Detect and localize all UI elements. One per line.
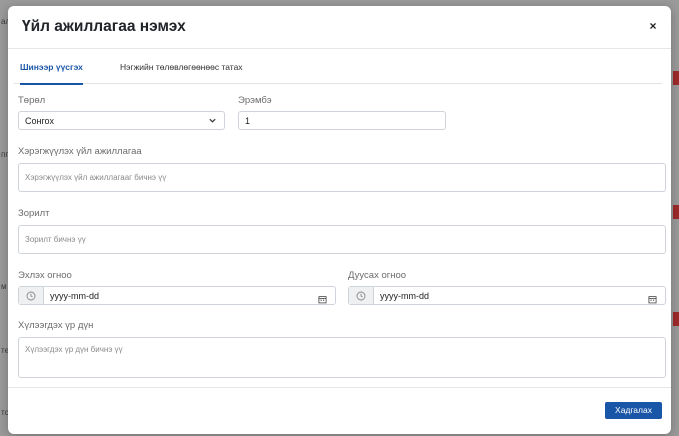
- background-text: м: [1, 282, 7, 291]
- background-badge: [673, 205, 679, 219]
- start-date-label: Эхлэх огноо: [18, 270, 72, 281]
- modal-header: Үйл ажиллагаа нэмэх ×: [8, 6, 671, 48]
- type-label: Төрөл: [18, 95, 46, 106]
- end-date-placeholder: yyyy-mm-dd: [380, 291, 429, 301]
- close-button[interactable]: ×: [647, 20, 659, 32]
- background-badge: [673, 312, 679, 326]
- footer-divider: [8, 387, 671, 388]
- order-label: Эрэмбэ: [238, 95, 272, 106]
- expected-result-label: Хүлээгдэх үр дүн: [18, 320, 94, 331]
- tab-import-from-unit-plan[interactable]: Нэгжийн төлөвлөгөөнөөс татах: [120, 56, 243, 84]
- background-badge: [673, 71, 679, 85]
- tab-create-new[interactable]: Шинээр үүсгэх: [20, 56, 83, 85]
- activity-label: Хэрэгжүүлэх үйл ажиллагаа: [18, 146, 142, 157]
- start-date-placeholder: yyyy-mm-dd: [50, 291, 99, 301]
- clock-icon: [19, 287, 44, 304]
- expected-result-textarea[interactable]: Хүлээгдэх үр дүн бичнэ үү: [18, 337, 666, 378]
- activity-placeholder: Хэрэгжүүлэх үйл ажиллагааг бичнэ үү: [25, 173, 167, 182]
- calendar-icon[interactable]: [318, 291, 327, 309]
- goal-input[interactable]: Зорилт бичнэ үү: [18, 225, 666, 254]
- add-activity-modal: Үйл ажиллагаа нэмэх × Шинээр үүсгэх Нэгж…: [8, 6, 671, 434]
- clock-icon: [349, 287, 374, 304]
- modal-title: Үйл ажиллагаа нэмэх: [22, 18, 186, 35]
- goal-placeholder: Зорилт бичнэ үү: [25, 235, 86, 244]
- chevron-down-icon: [208, 116, 217, 127]
- type-select[interactable]: Сонгох: [18, 111, 225, 130]
- calendar-icon[interactable]: [648, 291, 657, 309]
- start-date-input[interactable]: yyyy-mm-dd: [18, 286, 336, 305]
- tab-bar: Шинээр үүсгэх Нэгжийн төлөвлөгөөнөөс тат…: [14, 56, 662, 85]
- order-input-value: 1: [245, 115, 251, 126]
- end-date-input[interactable]: yyyy-mm-dd: [348, 286, 666, 305]
- activity-input[interactable]: Хэрэгжүүлэх үйл ажиллагааг бичнэ үү: [18, 163, 666, 192]
- save-button[interactable]: Хадгалах: [605, 402, 662, 419]
- end-date-label: Дуусах огноо: [348, 270, 407, 281]
- goal-label: Зорилт: [18, 208, 50, 219]
- expected-result-placeholder: Хүлээгдэх үр дүн бичнэ үү: [25, 345, 123, 354]
- order-input[interactable]: 1: [238, 111, 446, 130]
- type-select-value: Сонгох: [25, 115, 54, 126]
- header-divider: [8, 48, 671, 49]
